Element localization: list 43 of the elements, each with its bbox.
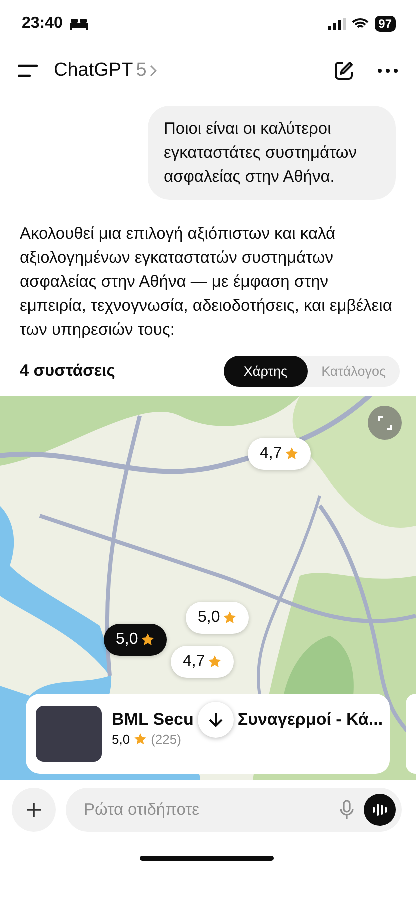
view-tab[interactable]: Χάρτης [224, 356, 308, 386]
menu-icon [18, 64, 38, 78]
star-icon [141, 633, 156, 647]
menu-button[interactable] [18, 64, 38, 78]
recommendations-count: 4 συστάσεις [20, 362, 116, 380]
place-card[interactable]: BML Secu Συναγερμοί - Κά... 5,0 (225) [26, 694, 390, 774]
star-icon [285, 447, 300, 461]
chevron-icon [150, 65, 157, 77]
voice-mode-button[interactable] [364, 794, 396, 826]
wifi-icon [352, 18, 369, 30]
place-title: BML Secu [112, 710, 194, 730]
plus-icon [26, 802, 42, 818]
edit-icon [334, 61, 354, 81]
rating-pin[interactable]: 5,0 [104, 624, 168, 656]
more-button[interactable] [378, 69, 398, 73]
message-field[interactable]: Ρώτα οτιδήποτε [66, 788, 402, 832]
model-selector[interactable]: ChatGPT 5 [54, 60, 157, 82]
message-input[interactable]: Ρώτα οτιδήποτε [82, 800, 330, 820]
new-chat-button[interactable] [334, 61, 354, 81]
arrow-down-icon [208, 712, 223, 728]
status-time: 23:40 [22, 15, 63, 33]
scroll-down-button[interactable] [198, 702, 234, 738]
star-icon [223, 611, 238, 625]
signal-icon [328, 18, 346, 30]
add-button[interactable] [12, 788, 56, 832]
user-message: Ποιοι είναι οι καλύτεροι εγκαταστάτες συστημάτων ασφαλείας στην Αθήνα. [148, 106, 396, 200]
star-icon [134, 733, 148, 746]
microphone-icon [340, 800, 354, 820]
assistant-message: Ακολουθεί μια επιλογή αξιόπιστων και καλά αξιολογημένων εγκαταστατών συστημάτων ασφαλείας στην Αθήνα — με έμφαση στην εμπειρία, τεχνογνωσία, αδειοδοτήσεις, και εμβέλεια των υπηρεσιών τους: [20, 224, 394, 341]
waveform-icon [373, 804, 387, 816]
photo-placeholder [36, 706, 102, 762]
battery-level: 97 [374, 16, 396, 32]
bed-icon [68, 18, 89, 30]
place-rating: 5,0 [112, 732, 130, 747]
review-count: (225) [151, 732, 182, 747]
microphone-button[interactable] [340, 800, 354, 820]
expand-icon [378, 416, 392, 430]
star-icon [208, 655, 222, 669]
rating-pin[interactable]: 5,0 [186, 602, 250, 634]
rating-pin[interactable]: 4,7 [248, 438, 312, 470]
rating-pin[interactable]: 4,7 [171, 646, 234, 678]
more-icon [378, 69, 398, 73]
place-title: Συναγερμοί - Κά... [238, 710, 384, 730]
